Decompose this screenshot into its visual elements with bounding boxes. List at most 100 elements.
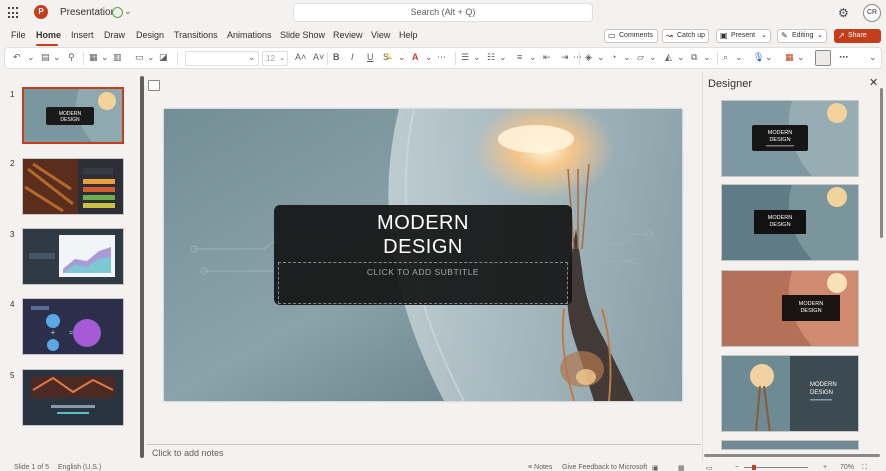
- chevron-down-icon[interactable]: ⌄: [529, 52, 537, 63]
- tab-animations[interactable]: Animations: [227, 30, 272, 40]
- format-painter-icon[interactable]: ⚲: [68, 52, 75, 63]
- document-title[interactable]: Presentation: [60, 7, 116, 18]
- chevron-down-icon[interactable]: ⌄: [735, 52, 743, 63]
- avatar[interactable]: CR: [863, 4, 881, 22]
- share-button[interactable]: ↗ Share: [834, 29, 881, 43]
- tab-slide-show[interactable]: Slide Show: [280, 30, 325, 40]
- design-option-5[interactable]: [721, 440, 859, 450]
- arrange-icon[interactable]: ⧉: [691, 52, 697, 63]
- slide-sorter-icon[interactable]: ▦: [678, 464, 685, 471]
- align-icon[interactable]: ≡: [517, 52, 522, 62]
- notes-placeholder[interactable]: Click to add notes: [152, 448, 224, 458]
- reset-slide-icon[interactable]: ◪: [159, 52, 168, 63]
- slide-thumbnail-2[interactable]: [22, 158, 124, 215]
- chevron-down-icon[interactable]: ⌄: [597, 52, 605, 63]
- slide-thumbnail-3[interactable]: [22, 228, 124, 285]
- design-option-1[interactable]: MODERN DESIGN: [721, 100, 859, 177]
- tab-insert[interactable]: Insert: [71, 30, 94, 40]
- chevron-down-icon[interactable]: ⌄: [425, 52, 433, 63]
- tab-file[interactable]: File: [11, 30, 26, 40]
- show-panel-icon[interactable]: [148, 80, 160, 91]
- app-launcher-icon[interactable]: [8, 7, 20, 19]
- fit-to-window-icon[interactable]: ⛶: [862, 464, 867, 471]
- slide-thumbnail-5[interactable]: [22, 369, 124, 426]
- tab-home[interactable]: Home: [36, 30, 61, 40]
- chevron-down-icon[interactable]: ⌄: [101, 52, 109, 63]
- zoom-slider-thumb[interactable]: [752, 465, 756, 470]
- find-icon[interactable]: ⌕: [723, 52, 728, 63]
- add-ins-icon[interactable]: ▦: [785, 52, 794, 63]
- tab-help[interactable]: Help: [399, 30, 418, 40]
- undo-icon[interactable]: ↶: [13, 52, 21, 63]
- notes-pane[interactable]: [146, 444, 701, 462]
- expand-ribbon-icon[interactable]: ⌄: [869, 52, 877, 63]
- zoom-out-icon[interactable]: −: [735, 464, 739, 471]
- more-icon[interactable]: ⋯: [839, 52, 848, 63]
- chevron-down-icon[interactable]: ⌄: [677, 52, 685, 63]
- chevron-down-icon[interactable]: ⌄: [797, 52, 805, 63]
- thumbnail-scrollbar[interactable]: [140, 76, 144, 458]
- close-icon[interactable]: ✕: [869, 76, 878, 89]
- tab-draw[interactable]: Draw: [104, 30, 125, 40]
- decrease-font-icon[interactable]: A˅: [313, 52, 324, 62]
- redo-icon[interactable]: ⌄: [27, 52, 35, 63]
- font-color-icon[interactable]: A: [412, 52, 419, 62]
- shape-effects-icon[interactable]: ◭: [665, 52, 672, 63]
- increase-indent-icon[interactable]: ⇥: [561, 52, 569, 63]
- designer-scrollbar[interactable]: [880, 88, 883, 238]
- reading-view-icon[interactable]: ▭: [706, 464, 713, 471]
- chevron-down-icon[interactable]: ⌄: [703, 52, 711, 63]
- new-slide-icon[interactable]: ▦: [89, 52, 98, 63]
- tab-review[interactable]: Review: [333, 30, 363, 40]
- shape-fill-icon[interactable]: ◔: [611, 52, 616, 62]
- bold-icon[interactable]: B: [333, 52, 340, 62]
- design-option-4[interactable]: MODERN DESIGN: [721, 355, 859, 432]
- slide-1-editor[interactable]: MODERN DESIGN CLICK TO ADD SUBTITLE: [164, 109, 682, 401]
- design-option-2[interactable]: MODERN DESIGN: [721, 184, 859, 261]
- italic-icon[interactable]: I: [351, 52, 354, 62]
- feedback-link[interactable]: Give Feedback to Microsoft: [562, 464, 647, 471]
- zoom-level[interactable]: 70%: [840, 464, 854, 471]
- chevron-down-icon[interactable]: ⌄: [147, 52, 155, 63]
- shapes-icon[interactable]: ◈: [585, 52, 592, 63]
- editing-mode-button[interactable]: ✎ Editing ⌄: [777, 29, 827, 43]
- tab-view[interactable]: View: [371, 30, 390, 40]
- decrease-indent-icon[interactable]: ⇤: [543, 52, 551, 63]
- slide-title[interactable]: MODERN DESIGN: [274, 211, 572, 259]
- settings-icon[interactable]: ⚙: [838, 6, 849, 20]
- dictate-icon[interactable]: 🎙: [753, 52, 764, 63]
- bullets-icon[interactable]: ☰: [461, 52, 469, 63]
- chevron-down-icon[interactable]: ⌄: [124, 6, 132, 17]
- tab-transitions[interactable]: Transitions: [174, 30, 218, 40]
- design-option-3[interactable]: MODERN DESIGN: [721, 270, 859, 347]
- normal-view-icon[interactable]: ▣: [652, 464, 659, 471]
- search-input[interactable]: Search (Alt + Q): [293, 3, 593, 22]
- shape-outline-icon[interactable]: ▱: [637, 52, 644, 63]
- chevron-down-icon[interactable]: ⌄: [499, 52, 507, 63]
- designer-icon[interactable]: [815, 50, 831, 66]
- more-font-options-icon[interactable]: ⋯: [437, 52, 446, 63]
- language-status[interactable]: English (U.S.): [58, 464, 101, 471]
- font-family-dropdown[interactable]: ⌄: [185, 51, 259, 66]
- highlight-icon[interactable]: ✎: [385, 52, 393, 63]
- more-paragraph-options-icon[interactable]: ⋯: [573, 52, 582, 63]
- slide-thumbnail-1[interactable]: MODERN DESIGN: [22, 87, 124, 144]
- chevron-down-icon[interactable]: ⌄: [473, 52, 481, 63]
- zoom-in-icon[interactable]: +: [823, 464, 827, 471]
- section-icon[interactable]: ▭: [135, 52, 144, 63]
- chevron-down-icon[interactable]: ⌄: [398, 52, 406, 63]
- notes-toggle[interactable]: ≡ Notes: [528, 464, 552, 471]
- increase-font-icon[interactable]: A˄: [295, 52, 306, 62]
- paste-icon[interactable]: ▤: [41, 52, 50, 63]
- slide-thumbnail-4[interactable]: + =: [22, 298, 124, 355]
- layout-icon[interactable]: ▥: [113, 52, 122, 63]
- comments-button[interactable]: ▭ Comments: [604, 29, 658, 43]
- numbering-icon[interactable]: ☷: [487, 52, 495, 63]
- chevron-down-icon[interactable]: ⌄: [53, 52, 61, 63]
- catch-up-button[interactable]: ↝ Catch up: [662, 29, 709, 43]
- present-button[interactable]: ▣ Present ⌄: [716, 29, 771, 43]
- tab-design[interactable]: Design: [136, 30, 164, 40]
- chevron-down-icon[interactable]: ⌄: [623, 52, 631, 63]
- chevron-down-icon[interactable]: ⌄: [765, 52, 773, 63]
- chevron-down-icon[interactable]: ⌄: [649, 52, 657, 63]
